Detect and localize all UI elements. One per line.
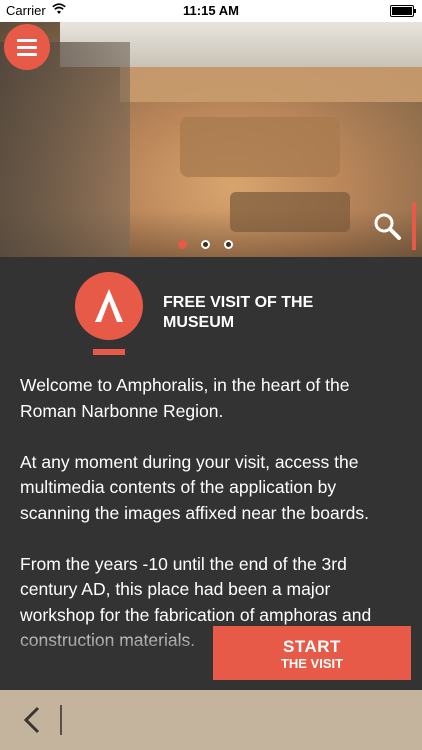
- page-title-line1: FREE VISIT OF THE: [163, 294, 314, 311]
- logo-underline: [93, 349, 125, 355]
- hamburger-icon: [17, 39, 37, 42]
- paragraph: Welcome to Amphoralis, in the heart of t…: [20, 375, 350, 421]
- back-chevron-icon[interactable]: [18, 705, 48, 735]
- carousel-dot[interactable]: [201, 240, 210, 249]
- hero-railing: [0, 42, 130, 257]
- amphoralis-logo: [75, 272, 143, 340]
- bottom-bar-divider: [60, 705, 62, 735]
- carousel-dots[interactable]: [178, 240, 233, 252]
- page-title: FREE VISIT OF THE MUSEUM: [163, 293, 363, 333]
- battery-icon: [390, 5, 416, 17]
- hero-excavation: [230, 192, 350, 232]
- start-button-label: START: [283, 637, 341, 656]
- menu-button[interactable]: [4, 24, 50, 70]
- hero-wall: [120, 67, 422, 102]
- start-visit-button[interactable]: START THE VISIT: [213, 626, 411, 680]
- status-time: 11:15 AM: [183, 3, 239, 18]
- hero-excavation: [180, 117, 340, 177]
- side-accent-bar: [412, 202, 416, 250]
- page-title-line2: MUSEUM: [163, 314, 235, 331]
- status-bar: Carrier 11:15 AM: [0, 0, 422, 22]
- hamburger-icon: [17, 53, 37, 56]
- hamburger-icon: [17, 46, 37, 49]
- paragraph: At any moment during your visit, access …: [20, 451, 369, 523]
- logo-mark-icon: [95, 289, 123, 322]
- bottom-bar: [0, 690, 422, 750]
- carousel-dot[interactable]: [178, 240, 187, 249]
- carousel-dot[interactable]: [224, 240, 233, 249]
- search-icon[interactable]: [373, 212, 401, 240]
- hero-image[interactable]: [0, 22, 422, 257]
- start-button-sublabel: THE VISIT: [280, 656, 344, 671]
